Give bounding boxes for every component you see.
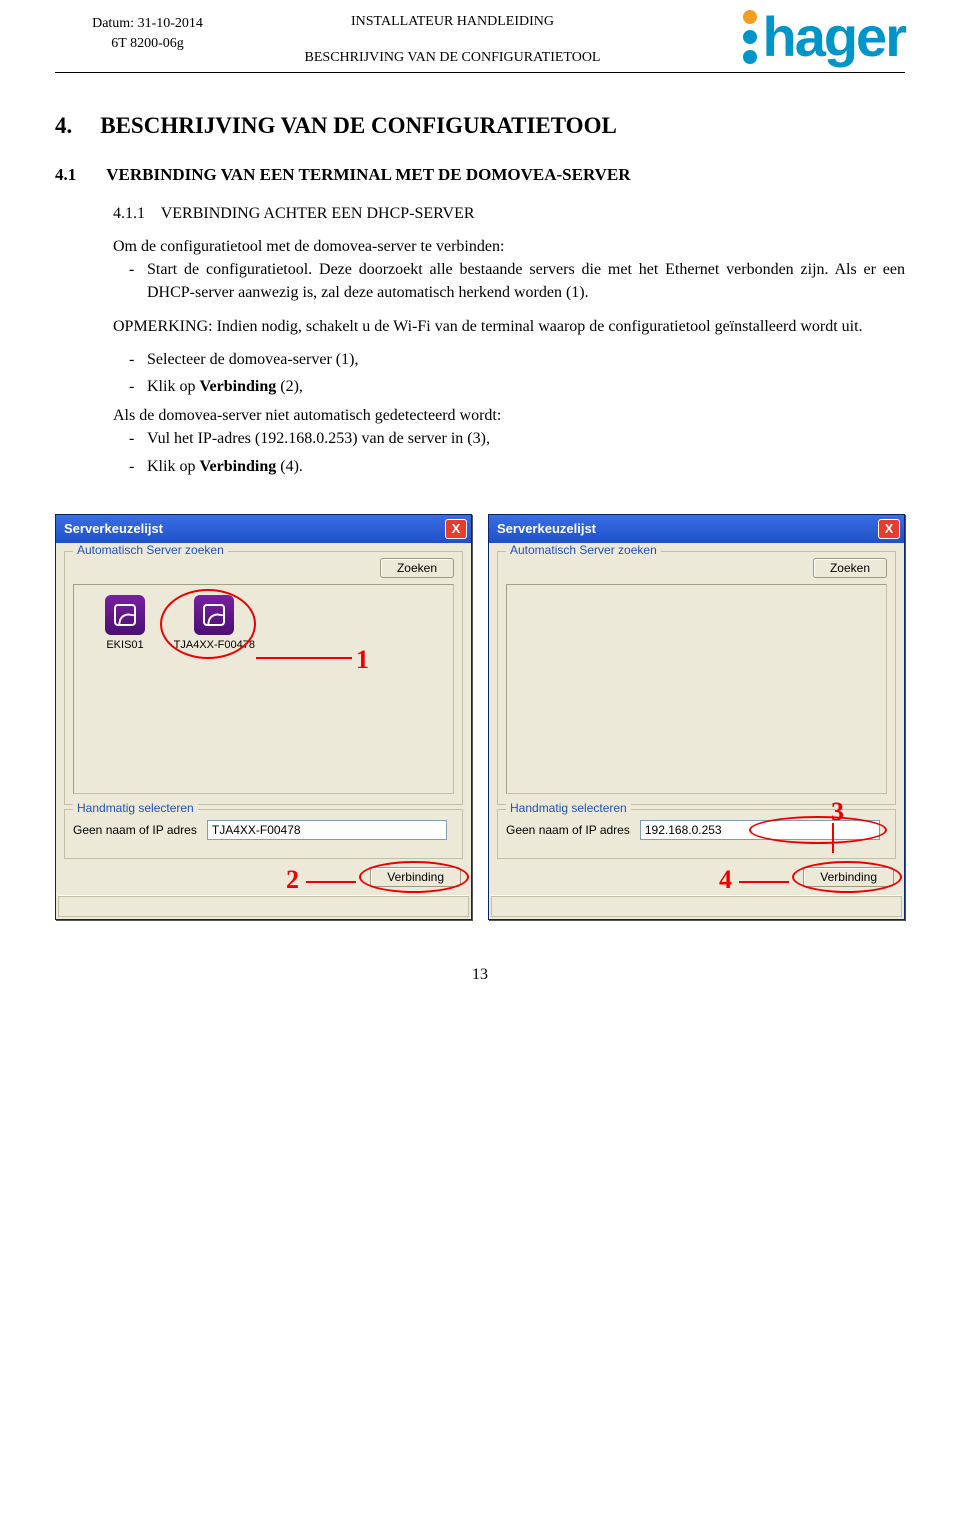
- bullet-2: Selecteer de domovea-server (1),: [129, 348, 905, 371]
- logo-dots-icon: [743, 10, 757, 64]
- bullet-3: Klik op Verbinding (2),: [129, 375, 905, 398]
- page-header: Datum: 31-10-2014 6T 8200-06g INSTALLATE…: [55, 0, 905, 72]
- header-left: Datum: 31-10-2014 6T 8200-06g: [55, 10, 240, 53]
- manual-select-label: Handmatig selecteren: [506, 801, 631, 815]
- titlebar-left[interactable]: Serverkeuzelijst X: [56, 515, 471, 543]
- header-title-1: INSTALLATEUR HANDLEIDING: [250, 10, 655, 30]
- callout-1: 1: [356, 645, 369, 675]
- statusbar: [491, 895, 902, 917]
- note-block: OPMERKING: Indien nodig, schakelt u de W…: [113, 315, 905, 338]
- close-icon[interactable]: X: [878, 519, 900, 539]
- h2-number: 4.1: [55, 165, 76, 185]
- window-left: Serverkeuzelijst X Automatisch Server zo…: [55, 514, 472, 920]
- doc-code: 6T 8200-06g: [55, 34, 240, 54]
- callout-1-line: [256, 657, 352, 659]
- callout-4-line: [739, 881, 789, 883]
- header-center: INSTALLATEUR HANDLEIDING BESCHRIJVING VA…: [250, 10, 655, 66]
- close-icon[interactable]: X: [445, 519, 467, 539]
- callout-4: 4: [719, 865, 732, 895]
- search-button[interactable]: Zoeken: [813, 558, 887, 578]
- callout-circle-3: [749, 816, 887, 844]
- doc-date: Datum: 31-10-2014: [55, 14, 240, 34]
- h3-text: VERBINDING ACHTER EEN DHCP-SERVER: [161, 205, 475, 222]
- note-label: OPMERKING:: [113, 318, 213, 335]
- brand-logo: hager: [665, 10, 905, 64]
- auto-search-group-right: Automatisch Server zoeken Zoeken: [497, 551, 896, 805]
- page-number: 13: [55, 920, 905, 984]
- bullet-4: Vul het IP-adres (192.168.0.253) van de …: [129, 427, 905, 450]
- window-title: Serverkeuzelijst: [64, 521, 163, 536]
- screenshots-row: Serverkeuzelijst X Automatisch Server zo…: [55, 514, 905, 920]
- bullet-2-text: Selecteer de domovea-server (1),: [147, 351, 358, 368]
- h3-number: 4.1.1: [113, 205, 145, 222]
- ip-label: Geen naam of IP adres: [73, 823, 197, 837]
- brand-name: hager: [763, 13, 906, 61]
- bullet-1: Start de configuratietool. Deze doorzoek…: [129, 258, 905, 304]
- note-text: Indien nodig, schakelt u de Wi-Fi van de…: [217, 318, 863, 335]
- manual-select-label: Handmatig selecteren: [73, 801, 198, 815]
- callout-3-line: [832, 823, 834, 853]
- window-title: Serverkeuzelijst: [497, 521, 596, 536]
- server-icon: [105, 595, 145, 635]
- callout-2-line: [306, 881, 356, 883]
- h1-number: 4.: [55, 113, 72, 139]
- server-list-right[interactable]: [506, 584, 887, 794]
- search-button[interactable]: Zoeken: [380, 558, 454, 578]
- manual-select-group-left: Handmatig selecteren Geen naam of IP adr…: [64, 809, 463, 859]
- statusbar: [58, 895, 469, 917]
- callout-circle-2: [359, 861, 469, 893]
- bullet-5: Klik op Verbinding (4).: [129, 455, 905, 478]
- header-title-2: BESCHRIJVING VAN DE CONFIGURATIETOOL: [250, 50, 655, 66]
- callout-circle-1: [160, 589, 256, 659]
- auto-search-label: Automatisch Server zoeken: [506, 543, 661, 557]
- callout-circle-4: [792, 861, 902, 893]
- window-right: Serverkeuzelijst X Automatisch Server zo…: [488, 514, 905, 920]
- h1-text: BESCHRIJVING VAN DE CONFIGURATIETOOL: [100, 113, 617, 139]
- heading-3: 4.1.1 VERBINDING ACHTER EEN DHCP-SERVER: [55, 205, 905, 223]
- para-2: Als de domovea-server niet automatisch g…: [113, 404, 905, 427]
- h2-text: VERBINDING VAN EEN TERMINAL MET DE DOMOV…: [106, 165, 630, 185]
- ip-input-left[interactable]: [207, 820, 447, 840]
- body-text: Om de configuratietool met de domovea-se…: [55, 235, 905, 478]
- heading-1: 4. BESCHRIJVING VAN DE CONFIGURATIETOOL: [55, 113, 905, 139]
- server-list-left[interactable]: EKIS01 TJA4XX-F00478: [73, 584, 454, 794]
- intro-para: Om de configuratietool met de domovea-se…: [113, 235, 905, 258]
- ip-label: Geen naam of IP adres: [506, 823, 630, 837]
- heading-2: 4.1 VERBINDING VAN EEN TERMINAL MET DE D…: [55, 165, 905, 185]
- auto-search-label: Automatisch Server zoeken: [73, 543, 228, 557]
- server-label: EKIS01: [106, 639, 143, 651]
- auto-search-group-left: Automatisch Server zoeken Zoeken EKIS01 …: [64, 551, 463, 805]
- server-item-ekis01[interactable]: EKIS01: [82, 595, 168, 651]
- titlebar-right[interactable]: Serverkeuzelijst X: [489, 515, 904, 543]
- callout-2: 2: [286, 865, 299, 895]
